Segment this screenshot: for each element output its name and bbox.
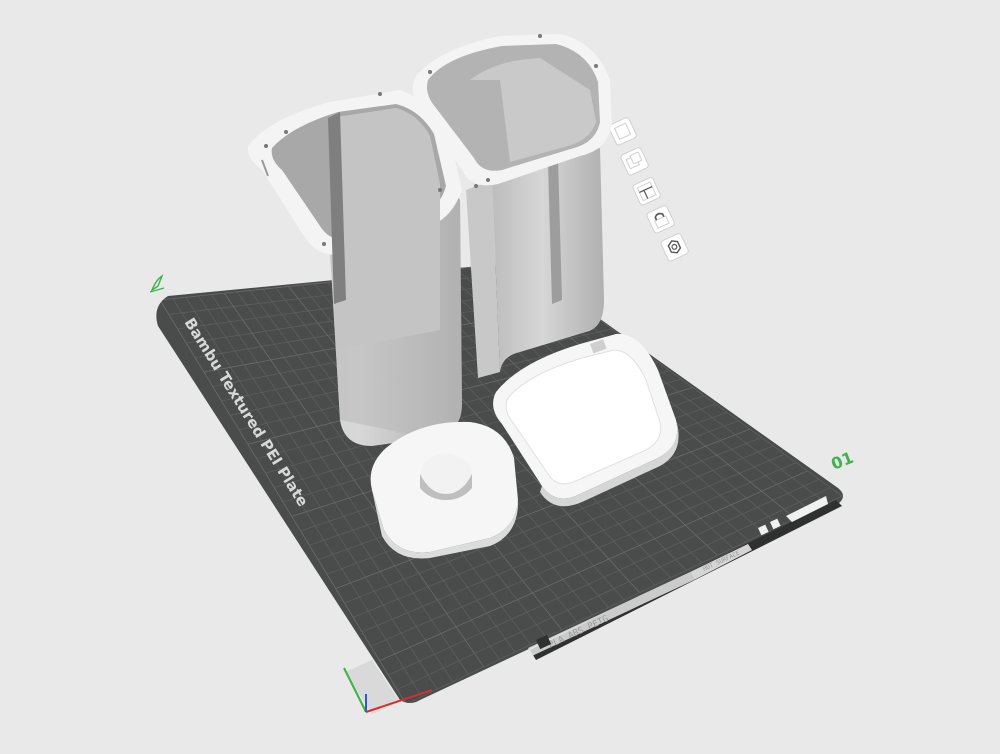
gear-icon[interactable] (660, 233, 689, 262)
pencil-icon[interactable] (149, 274, 165, 293)
orient-icon[interactable] (620, 147, 649, 176)
lock-icon[interactable] (646, 205, 675, 234)
plate-toolbar (608, 117, 689, 262)
arrange-icon[interactable] (608, 117, 637, 146)
plate-number[interactable]: 01 (828, 448, 856, 474)
3d-viewport[interactable]: Bambu Textured PEI Plate 01 PLA ABS PETG… (0, 0, 1000, 750)
plate-settings-icon[interactable] (632, 177, 661, 206)
